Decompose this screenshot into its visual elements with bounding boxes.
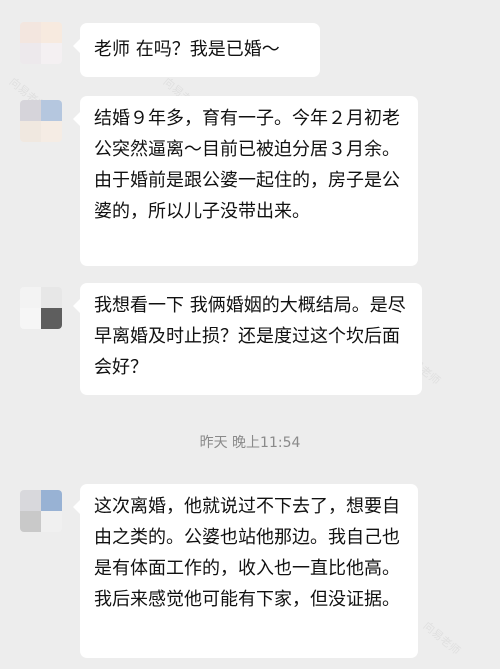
watermark: 向易老师 bbox=[420, 619, 463, 658]
avatar[interactable] bbox=[20, 287, 62, 329]
avatar[interactable] bbox=[20, 100, 62, 142]
avatar[interactable] bbox=[20, 490, 62, 532]
message-bubble[interactable]: 老师 在吗？我是已婚～ bbox=[73, 23, 320, 77]
message-bubble[interactable]: 结婚９年多，育有一子。今年２月初老公突然逼离～目前已被迫分居３月余。由于婚前是跟… bbox=[73, 96, 418, 266]
avatar[interactable] bbox=[20, 22, 62, 64]
message-bubble[interactable]: 我想看一下 我俩婚姻的大概结局。是尽早离婚及时止损？还是度过这个坎后面会好？ bbox=[73, 283, 422, 395]
timestamp: 昨天 晚上11:54 bbox=[199, 435, 301, 451]
message-bubble[interactable]: 这次离婚，他就说过不下去了，想要自由之类的。公婆也站他那边。我自己也是有体面工作… bbox=[73, 484, 418, 658]
